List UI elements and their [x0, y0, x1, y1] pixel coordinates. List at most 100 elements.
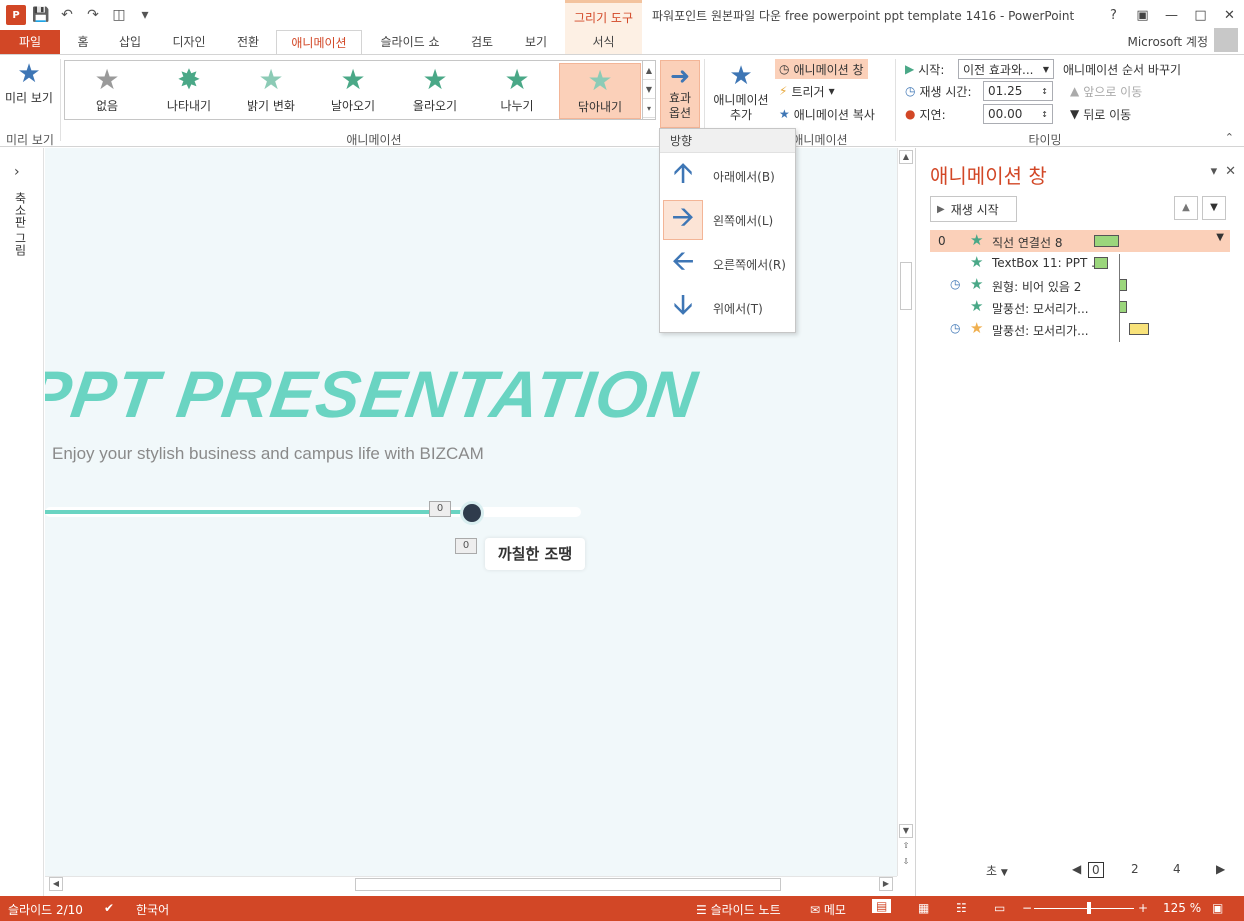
- animation-item[interactable]: ◷ ★ 원형: 비어 있음 2: [930, 274, 1230, 296]
- next-slide-icon[interactable]: ⇩: [899, 856, 913, 870]
- tab-home[interactable]: 홈: [68, 30, 98, 54]
- anim-none[interactable]: ★ 없음: [69, 63, 145, 119]
- move-down-icon[interactable]: ▼: [1202, 196, 1226, 220]
- scroll-right-icon[interactable]: ▶: [879, 877, 893, 891]
- scroll-left-icon[interactable]: ◀: [49, 877, 63, 891]
- timeline-bar[interactable]: [1094, 235, 1119, 247]
- animation-item[interactable]: ◷ ★ 말풍선: 모서리가...: [930, 318, 1230, 340]
- tab-slideshow[interactable]: 슬라이드 쇼: [370, 30, 450, 54]
- account-menu[interactable]: Microsoft 계정: [1127, 33, 1208, 50]
- progress-knob[interactable]: [460, 501, 484, 525]
- horizontal-scroll-thumb[interactable]: [355, 878, 781, 891]
- scroll-down-icon[interactable]: ▼: [899, 824, 913, 838]
- gallery-up-icon[interactable]: ▲: [643, 61, 655, 80]
- tab-format[interactable]: 서식: [565, 30, 642, 54]
- timeline-bar[interactable]: [1119, 279, 1127, 291]
- timeline-ruler[interactable]: ◀ 0 2 4 ▶: [1072, 862, 1226, 878]
- ribbon-display-icon[interactable]: ▣: [1128, 0, 1157, 30]
- animation-pane-button[interactable]: ◷ 애니메이션 창: [775, 59, 868, 79]
- seconds-dropdown[interactable]: 초 ▼: [986, 862, 1008, 879]
- slide-title[interactable]: PPT PRESENTATION: [45, 356, 702, 432]
- collapse-ribbon-icon[interactable]: ⌃: [1225, 131, 1234, 144]
- anim-wipe[interactable]: ★ 닦아내기: [559, 63, 641, 119]
- slide-subtitle[interactable]: Enjoy your stylish business and campus l…: [52, 444, 484, 464]
- close-pane-icon[interactable]: ✕: [1225, 164, 1236, 179]
- gallery-down-icon[interactable]: ▼: [643, 80, 655, 99]
- item-dropdown-icon[interactable]: ▼: [1216, 232, 1224, 243]
- close-icon[interactable]: ✕: [1215, 0, 1244, 30]
- avatar[interactable]: [1214, 28, 1238, 52]
- direction-from-top[interactable]: 🡫 위에서(T): [663, 287, 793, 329]
- speech-bubble[interactable]: 까칠한 조땡: [485, 538, 585, 570]
- undo-icon[interactable]: ↶: [56, 5, 78, 25]
- zoom-in-icon[interactable]: +: [1138, 901, 1148, 915]
- language-indicator[interactable]: 한국어: [136, 901, 169, 918]
- move-up-icon[interactable]: ▲: [1174, 196, 1198, 220]
- spellcheck-icon[interactable]: ✔: [104, 901, 114, 915]
- presentation-start-icon[interactable]: ◫: [108, 5, 130, 25]
- expand-thumbnails-icon[interactable]: ›: [14, 164, 20, 180]
- tab-insert[interactable]: 삽입: [110, 30, 150, 54]
- anim-float-in[interactable]: ★ 올라오기: [397, 63, 473, 119]
- zoom-slider-thumb[interactable]: [1087, 902, 1091, 914]
- maximize-icon[interactable]: □: [1186, 0, 1215, 30]
- tab-view[interactable]: 보기: [516, 30, 556, 54]
- tab-transitions[interactable]: 전환: [228, 30, 268, 54]
- anim-fade[interactable]: ★ 밝기 변화: [233, 63, 309, 119]
- add-animation-button[interactable]: ★ 애니메이션 추가: [710, 59, 772, 123]
- ruler-right-icon[interactable]: ▶: [1216, 862, 1225, 876]
- notes-button[interactable]: ☰ 슬라이드 노트: [696, 901, 781, 918]
- animation-item[interactable]: ★ 말풍선: 모서리가...: [930, 296, 1230, 318]
- timeline-bar[interactable]: [1094, 257, 1108, 269]
- gallery-more-icon[interactable]: ▾: [643, 99, 655, 118]
- direction-from-right[interactable]: 🡨 오른쪽에서(R): [663, 243, 793, 285]
- slide-sorter-icon[interactable]: ▦: [918, 901, 929, 915]
- normal-view-icon[interactable]: ▤: [872, 899, 892, 913]
- direction-from-left[interactable]: 🡪 왼쪽에서(L): [663, 199, 793, 241]
- customize-qat-icon[interactable]: ▾: [134, 5, 156, 25]
- zoom-level[interactable]: 125 %: [1163, 901, 1201, 915]
- save-icon[interactable]: 💾: [30, 5, 52, 25]
- animation-painter-button[interactable]: ★ 애니메이션 복사: [779, 104, 875, 124]
- anim-appear[interactable]: ✸ 나타내기: [151, 63, 227, 119]
- timeline-bar[interactable]: [1119, 301, 1127, 313]
- anim-split[interactable]: ★ 나누기: [479, 63, 555, 119]
- delay-field[interactable]: 00.00 ↕: [983, 104, 1053, 124]
- powerpoint-app-icon[interactable]: P: [6, 5, 26, 25]
- move-later-button[interactable]: ▼ 뒤로 이동: [1070, 104, 1131, 124]
- direction-from-bottom[interactable]: 🡩 아래에서(B): [663, 155, 793, 197]
- trigger-button[interactable]: ⚡ 트리거 ▾: [779, 81, 835, 101]
- pane-options-icon[interactable]: ▾: [1211, 164, 1218, 179]
- slideshow-view-icon[interactable]: ▭: [994, 901, 1005, 915]
- redo-icon[interactable]: ↷: [82, 5, 104, 25]
- reading-view-icon[interactable]: ☷: [956, 901, 967, 915]
- spinner-icon[interactable]: ↕: [1041, 110, 1048, 119]
- horizontal-scrollbar[interactable]: ◀ ▶: [45, 876, 897, 892]
- zoom-slider[interactable]: [1034, 908, 1134, 909]
- anim-fly-in[interactable]: ★ 날아오기: [315, 63, 391, 119]
- scroll-up-icon[interactable]: ▲: [899, 150, 913, 164]
- play-from-button[interactable]: ▶ 재생 시작: [930, 196, 1017, 222]
- animation-item[interactable]: 0 ★ 직선 연결선 8 ▼: [930, 230, 1230, 252]
- help-button[interactable]: ?: [1099, 0, 1128, 30]
- tab-design[interactable]: 디자인: [164, 30, 214, 54]
- start-select[interactable]: 이전 효과와... ▼: [958, 59, 1054, 79]
- minimize-icon[interactable]: —: [1157, 0, 1186, 30]
- effect-options-button[interactable]: ➜ 효과 옵션: [660, 60, 700, 128]
- duration-field[interactable]: 01.25 ↕: [983, 81, 1053, 101]
- comments-button[interactable]: ✉ 메모: [810, 901, 846, 918]
- tab-file[interactable]: 파일: [0, 30, 60, 54]
- thumbnails-label[interactable]: 축소판 그림: [12, 192, 29, 256]
- tab-review[interactable]: 검토: [462, 30, 502, 54]
- move-earlier-button[interactable]: ▲ 앞으로 이동: [1070, 81, 1142, 101]
- animation-item[interactable]: ★ TextBox 11: PPT ...: [930, 252, 1230, 274]
- spinner-icon[interactable]: ↕: [1041, 87, 1048, 96]
- ruler-left-icon[interactable]: ◀: [1072, 862, 1081, 876]
- prev-slide-icon[interactable]: ⇧: [899, 840, 913, 854]
- timeline-bar[interactable]: [1129, 323, 1149, 335]
- zoom-out-icon[interactable]: −: [1022, 901, 1032, 915]
- tab-animations[interactable]: 애니메이션: [276, 30, 362, 54]
- fit-to-window-icon[interactable]: ▣: [1212, 901, 1223, 915]
- vertical-scroll-thumb[interactable]: [900, 262, 912, 310]
- vertical-scrollbar[interactable]: ▲ ▼ ⇧ ⇩: [897, 148, 913, 876]
